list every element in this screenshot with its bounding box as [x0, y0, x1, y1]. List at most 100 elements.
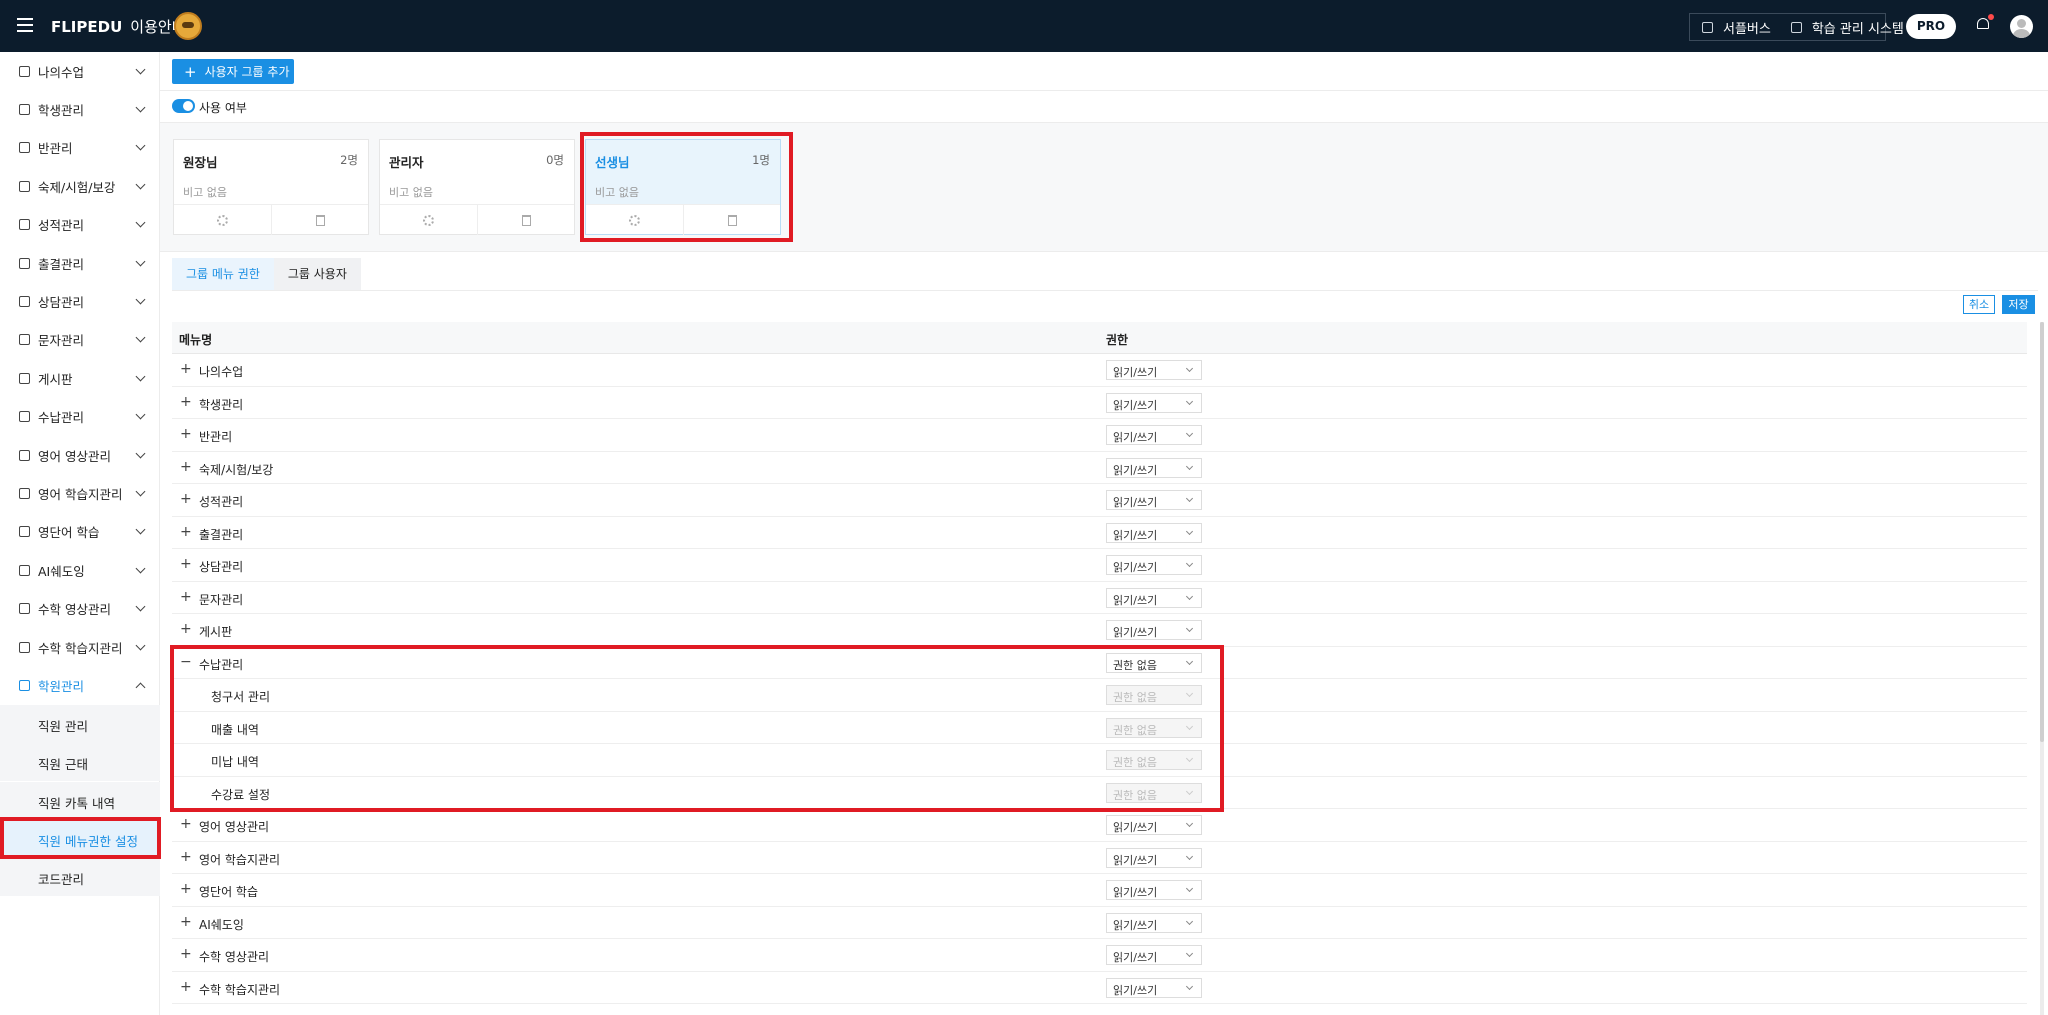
sidebar-item[interactable]: 문자관리: [0, 321, 160, 359]
sidebar-subitem[interactable]: 직원 카톡 내역: [0, 781, 160, 820]
permission-select[interactable]: 읽기/쓰기: [1106, 880, 1202, 900]
group-card-teacher[interactable]: 선생님 1명 비고 없음: [585, 139, 781, 235]
chevron-down-icon: [1185, 884, 1194, 893]
pro-button[interactable]: PRO: [1906, 14, 1956, 39]
sidebar-subitem-label: 코드관리: [38, 872, 85, 888]
group-count: 1명: [752, 153, 770, 167]
permission-select[interactable]: 읽기/쓰기: [1106, 620, 1202, 640]
group-name: 선생님: [595, 155, 630, 170]
expand-icon[interactable]: +: [180, 882, 192, 896]
sidebar-item-label: 출결관리: [38, 256, 85, 272]
avatar[interactable]: [2010, 15, 2033, 38]
menu-name: 미납 내역: [211, 755, 259, 769]
group-settings-button[interactable]: [174, 205, 271, 235]
expand-icon[interactable]: +: [180, 622, 192, 636]
sidebar-item[interactable]: 나의수업: [0, 52, 160, 90]
supple-bus-link[interactable]: 서플버스: [1702, 18, 1771, 37]
sidebar-item[interactable]: AI쉐도잉: [0, 551, 160, 589]
collapse-icon[interactable]: −: [180, 655, 192, 669]
expand-icon[interactable]: +: [180, 362, 192, 376]
group-card-principal[interactable]: 원장님 2명 비고 없음: [173, 139, 369, 235]
sidebar-item[interactable]: 수납관리: [0, 398, 160, 436]
permission-value: 읽기/쓰기: [1113, 561, 1158, 574]
expand-icon[interactable]: +: [180, 492, 192, 506]
expand-icon[interactable]: +: [180, 395, 192, 409]
monitor-icon: [19, 603, 30, 615]
hamburger-menu-icon[interactable]: [17, 16, 35, 34]
expand-icon[interactable]: +: [180, 557, 192, 571]
permission-select[interactable]: 읽기/쓰기: [1106, 912, 1202, 933]
sidebar-subitem[interactable]: 직원 근태: [0, 743, 160, 782]
permission-select[interactable]: 읽기/쓰기: [1106, 847, 1202, 868]
use-toggle[interactable]: [172, 99, 195, 113]
sidebar-item[interactable]: 영어 학습지관리: [0, 474, 160, 512]
permission-select[interactable]: 읽기/쓰기: [1106, 587, 1202, 608]
table-row: + 영어 학습지관리 읽기/쓰기: [172, 842, 2027, 874]
sidebar-item[interactable]: 영어 영상관리: [0, 436, 160, 474]
sidebar-item[interactable]: 수학 영상관리: [0, 590, 160, 628]
sidebar-item[interactable]: 출결관리: [0, 244, 160, 282]
permission-select[interactable]: 읽기/쓰기: [1106, 522, 1202, 543]
permission-select[interactable]: 권한 없음: [1106, 652, 1202, 673]
expand-icon[interactable]: +: [180, 817, 192, 831]
sidebar-item[interactable]: 영단어 학습: [0, 513, 160, 551]
permission-select[interactable]: 읽기/쓰기: [1106, 977, 1202, 998]
expand-icon[interactable]: +: [180, 590, 192, 604]
lms-link[interactable]: 학습 관리 시스템: [1790, 18, 1904, 37]
sidebar-subitem[interactable]: 직원 메뉴권한 설정: [0, 820, 160, 858]
tab-group-users[interactable]: 그룹 사용자: [273, 258, 361, 290]
sidebar-item[interactable]: 학생관리: [0, 90, 160, 128]
sidebar-item[interactable]: 학원관리: [0, 666, 160, 704]
sidebar-item[interactable]: 수학 학습지관리: [0, 628, 160, 666]
chevron-down-icon: [1185, 592, 1194, 600]
group-delete-button[interactable]: [477, 205, 574, 235]
expand-icon[interactable]: +: [180, 427, 192, 441]
board-icon: [19, 372, 30, 384]
table-row: − 수납관리 권한 없음: [172, 647, 2027, 679]
scrollbar-thumb[interactable]: [2040, 322, 2044, 742]
group-count: 0명: [546, 153, 564, 167]
add-user-group-button[interactable]: + 사용자 그룹 추가: [172, 59, 294, 84]
sidebar-subitem[interactable]: 코드관리: [0, 858, 160, 897]
chevron-icon: [135, 563, 146, 574]
sidebar-item[interactable]: 게시판: [0, 359, 160, 397]
table-row: + 수학 영상관리 읽기/쓰기: [172, 939, 2027, 972]
expand-icon[interactable]: +: [180, 850, 192, 864]
permission-select[interactable]: 읽기/쓰기: [1106, 555, 1202, 575]
expand-icon[interactable]: +: [180, 525, 192, 539]
sidebar-item[interactable]: 반관리: [0, 129, 160, 167]
group-settings-button[interactable]: [380, 205, 477, 235]
sidebar-item[interactable]: 숙제/시험/보강: [0, 167, 160, 205]
menu-name: 영어 학습지관리: [199, 852, 281, 867]
group-delete-button[interactable]: [683, 205, 780, 235]
tab-group-menu-permission[interactable]: 그룹 메뉴 권한: [172, 258, 274, 290]
chevron-down-icon: [1185, 429, 1194, 438]
group-settings-button[interactable]: [586, 205, 683, 235]
expand-icon[interactable]: +: [180, 980, 192, 994]
save-button[interactable]: 저장: [2002, 295, 2035, 314]
sidebar-item[interactable]: 상담관리: [0, 282, 160, 320]
table-row: + 영어 영상관리 읽기/쓰기: [172, 809, 2027, 842]
expand-icon[interactable]: +: [180, 460, 192, 474]
permission-value: 읽기/쓰기: [1113, 821, 1158, 834]
permission-select[interactable]: 읽기/쓰기: [1106, 425, 1202, 445]
group-delete-button[interactable]: [271, 205, 368, 235]
sidebar-item-label: 수납관리: [38, 410, 85, 426]
sidebar-subitem[interactable]: 직원 관리: [0, 704, 160, 743]
bell-icon[interactable]: [1975, 14, 1994, 32]
permission-select[interactable]: 읽기/쓰기: [1106, 490, 1202, 510]
expand-icon[interactable]: +: [180, 915, 192, 929]
brand-logo[interactable]: FLIPEDU 이용안내: [51, 16, 185, 37]
scrollbar[interactable]: [2040, 322, 2044, 1015]
sidebar-item[interactable]: 성적관리: [0, 206, 160, 244]
cancel-button[interactable]: 취소: [1963, 295, 1995, 314]
menu-name: 숙제/시험/보강: [199, 462, 274, 477]
trash-icon: [521, 214, 531, 226]
permission-select[interactable]: 읽기/쓰기: [1106, 815, 1202, 835]
permission-select[interactable]: 읽기/쓰기: [1106, 392, 1202, 413]
expand-icon[interactable]: +: [180, 947, 192, 961]
group-card-admin[interactable]: 관리자 0명 비고 없음: [379, 139, 575, 235]
permission-select[interactable]: 읽기/쓰기: [1106, 945, 1202, 965]
permission-select[interactable]: 읽기/쓰기: [1106, 457, 1202, 478]
permission-select[interactable]: 읽기/쓰기: [1106, 360, 1202, 380]
